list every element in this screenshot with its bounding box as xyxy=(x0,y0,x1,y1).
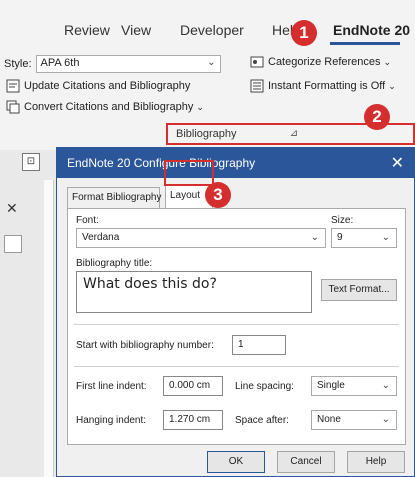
size-value: 9 xyxy=(337,232,343,243)
tab-review[interactable]: Review xyxy=(64,22,110,38)
categorize-icon xyxy=(250,55,264,69)
highlight-box-layout xyxy=(164,160,214,186)
hanging-indent-input[interactable]: 1.270 cm xyxy=(163,410,223,430)
ok-button[interactable]: OK xyxy=(207,451,265,473)
ribbon: Review View Developer Help EndNote 20 St… xyxy=(0,0,415,150)
convert-citations-icon xyxy=(6,100,20,114)
step-badge-3: 3 xyxy=(205,182,231,208)
font-value: Verdana xyxy=(82,232,120,243)
space-after-value: None xyxy=(317,414,341,425)
tab-endnote[interactable]: EndNote 20 xyxy=(333,22,410,38)
instant-formatting-label: Instant Formatting is Off xyxy=(268,80,386,92)
text-format-button[interactable]: Text Format... xyxy=(321,279,397,301)
chevron-down-icon: ⌄ xyxy=(381,380,390,391)
space-after-select[interactable]: None ⌄ xyxy=(311,410,397,430)
chevron-down-icon: ⌄ xyxy=(310,232,319,243)
divider xyxy=(74,366,399,367)
start-number-input[interactable]: 1 xyxy=(232,335,286,355)
instant-formatting-icon xyxy=(250,79,264,93)
step-badge-2: 2 xyxy=(364,104,390,130)
style-label: Style: xyxy=(4,58,32,70)
navigation-field[interactable] xyxy=(4,235,22,253)
update-citations-button[interactable]: Update Citations and Bibliography xyxy=(6,79,190,93)
chevron-down-icon: ⌄ xyxy=(207,57,216,68)
bibliography-title-input[interactable]: What does this do? xyxy=(76,271,312,313)
style-select[interactable]: APA 6th ⌄ xyxy=(35,55,221,73)
space-after-label: Space after: xyxy=(235,415,289,426)
close-icon[interactable]: ✕ xyxy=(6,200,18,217)
font-label: Font: xyxy=(76,215,99,226)
chevron-down-icon: ⌄ xyxy=(381,414,390,425)
layout-panel: Font: Verdana ⌄ Size: 9 ⌄ Bibliography t… xyxy=(67,208,406,445)
start-number-label: Start with bibliography number: xyxy=(76,340,214,351)
tab-view[interactable]: View xyxy=(121,22,151,38)
view-toggle-icon[interactable]: ⊡ xyxy=(22,153,40,171)
size-label: Size: xyxy=(331,215,354,226)
dialog-titlebar: EndNote 20 Configure Bibliography ✕ xyxy=(57,148,414,178)
line-spacing-label: Line spacing: xyxy=(235,381,294,392)
style-row: Style: APA 6th ⌄ xyxy=(4,55,221,73)
update-citations-label: Update Citations and Bibliography xyxy=(24,80,191,92)
chevron-down-icon: ⌄ xyxy=(388,80,396,91)
cancel-button[interactable]: Cancel xyxy=(277,451,335,473)
chevron-down-icon: ⌄ xyxy=(196,101,204,112)
tab-developer[interactable]: Developer xyxy=(180,22,244,38)
line-spacing-select[interactable]: Single ⌄ xyxy=(311,376,397,396)
chevron-down-icon: ⌄ xyxy=(383,56,392,67)
close-icon[interactable]: ✕ xyxy=(391,153,404,173)
line-spacing-value: Single xyxy=(317,380,345,391)
bibliography-title-label: Bibliography title: xyxy=(76,258,153,269)
categorize-references-label: Categorize References xyxy=(268,56,381,68)
style-value: APA 6th xyxy=(40,57,80,69)
hanging-indent-label: Hanging indent: xyxy=(76,415,147,426)
divider xyxy=(74,324,399,325)
step-badge-1: 1 xyxy=(291,20,317,46)
tab-format-bibliography[interactable]: Format Bibliography xyxy=(67,187,161,209)
first-line-indent-input[interactable]: 0.000 cm xyxy=(163,376,223,396)
categorize-references-button[interactable]: Categorize References ⌄ xyxy=(250,55,391,69)
font-select[interactable]: Verdana ⌄ xyxy=(76,228,326,248)
active-tab-underline xyxy=(330,42,400,45)
configure-bibliography-dialog: EndNote 20 Configure Bibliography ✕ Form… xyxy=(56,147,415,477)
help-button[interactable]: Help xyxy=(347,451,405,473)
instant-formatting-button[interactable]: Instant Formatting is Off ⌄ xyxy=(250,79,396,93)
convert-citations-button[interactable]: Convert Citations and Bibliography ⌄ xyxy=(6,100,204,114)
vertical-ruler xyxy=(44,180,54,477)
first-line-indent-label: First line indent: xyxy=(76,381,147,392)
size-select[interactable]: 9 ⌄ xyxy=(331,228,397,248)
dialog-title: EndNote 20 Configure Bibliography xyxy=(67,156,256,170)
update-citations-icon xyxy=(6,79,20,93)
chevron-down-icon: ⌄ xyxy=(381,232,390,243)
convert-citations-label: Convert Citations and Bibliography xyxy=(24,101,194,113)
